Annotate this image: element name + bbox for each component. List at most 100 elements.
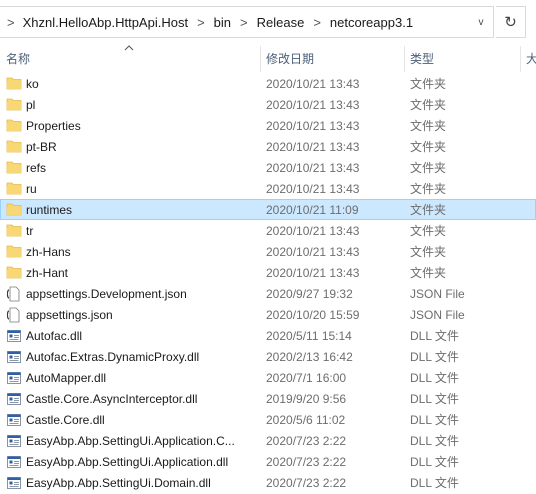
list-item[interactable]: zh-Hans 2020/10/21 13:43 文件夹 <box>0 241 536 262</box>
file-name[interactable]: zh-Hans <box>26 241 258 262</box>
file-type: DLL 文件 <box>410 371 459 385</box>
column-divider[interactable] <box>260 46 261 72</box>
breadcrumb-separator[interactable]: > <box>304 15 330 30</box>
breadcrumb-item[interactable]: bin <box>214 7 231 37</box>
file-name[interactable]: Autofac.dll <box>26 325 258 346</box>
column-divider[interactable] <box>520 46 521 72</box>
file-type: DLL 文件 <box>410 392 459 406</box>
folder-icon <box>6 244 22 259</box>
list-item[interactable]: runtimes 2020/10/21 11:09 文件夹 <box>0 199 536 220</box>
list-item[interactable]: Properties 2020/10/21 13:43 文件夹 <box>0 115 536 136</box>
list-item[interactable]: Castle.Core.AsyncInterceptor.dll 2019/9/2… <box>0 388 536 409</box>
file-modified-date: 2020/5/6 11:02 <box>266 412 346 427</box>
file-name[interactable]: tr <box>26 220 258 241</box>
file-modified-date: 2020/5/11 15:14 <box>266 328 352 343</box>
file-name[interactable]: Castle.Core.AsyncInterceptor.dll <box>26 388 258 409</box>
folder-icon <box>6 160 22 175</box>
column-header-date[interactable]: 修改日期 <box>266 44 404 72</box>
column-divider[interactable] <box>404 46 405 72</box>
file-type: DLL 文件 <box>410 350 459 364</box>
list-item[interactable]: appsettings.Development.json 2020/9/27 19… <box>0 283 536 304</box>
folder-icon <box>6 139 22 154</box>
file-type: 文件夹 <box>410 140 447 154</box>
list-item[interactable]: Castle.Core.dll 2020/5/6 11:02 DLL 文件 <box>0 409 536 430</box>
breadcrumb-item[interactable]: netcoreapp3.1 <box>330 7 413 37</box>
file-modified-date: 2020/10/21 13:43 <box>266 118 360 133</box>
dll-file-icon <box>6 328 22 343</box>
file-name[interactable]: EasyAbp.Abp.SettingUi.Application.C... <box>26 430 258 451</box>
file-name[interactable]: ko <box>26 73 258 94</box>
column-header-size[interactable]: 大 <box>526 44 536 72</box>
file-modified-date: 2020/10/21 13:43 <box>266 160 360 175</box>
file-name[interactable]: appsettings.json <box>26 304 258 325</box>
file-name[interactable]: Properties <box>26 115 258 136</box>
file-name[interactable]: zh-Hant <box>26 262 258 283</box>
column-header-name[interactable]: 名称 <box>6 44 260 72</box>
refresh-button[interactable]: ↻ <box>496 6 526 38</box>
file-type: 文件夹 <box>410 161 447 175</box>
file-modified-date: 2020/7/1 16:00 <box>266 370 347 385</box>
list-item[interactable]: pl 2020/10/21 13:43 文件夹 <box>0 94 536 115</box>
file-modified-date: 2020/9/27 19:32 <box>266 286 353 301</box>
breadcrumb-item[interactable]: Release <box>257 7 305 37</box>
dll-file-icon <box>6 391 22 406</box>
file-type: 文件夹 <box>410 266 447 280</box>
refresh-icon: ↻ <box>504 14 517 31</box>
breadcrumb-item[interactable]: Xhznl.HelloAbp.HttpApi.Host <box>23 7 188 37</box>
breadcrumb[interactable]: > Xhznl.HelloAbp.HttpApi.Host > bin > Release… <box>0 6 494 38</box>
dll-file-icon <box>6 475 22 490</box>
file-name[interactable]: appsettings.Development.json <box>26 283 258 304</box>
file-name[interactable]: refs <box>26 157 258 178</box>
file-name[interactable]: EasyAbp.Abp.SettingUi.Domain.dll <box>26 472 258 493</box>
file-name[interactable]: pt-BR <box>26 136 258 157</box>
file-modified-date: 2020/10/21 11:09 <box>266 202 359 217</box>
file-modified-date: 2020/10/21 13:43 <box>266 223 360 238</box>
file-name[interactable]: runtimes <box>26 199 258 220</box>
chevron-down-icon[interactable]: v <box>469 7 493 37</box>
file-name[interactable]: ru <box>26 178 258 199</box>
address-bar: > Xhznl.HelloAbp.HttpApi.Host > bin > Release… <box>0 0 536 44</box>
file-name[interactable]: Autofac.Extras.DynamicProxy.dll <box>26 346 258 367</box>
file-modified-date: 2020/7/23 2:22 <box>266 433 347 448</box>
breadcrumb-separator[interactable]: > <box>7 15 23 30</box>
folder-icon <box>6 118 22 133</box>
column-header-bar: 名称 修改日期 类型 大 <box>0 44 536 72</box>
list-item[interactable]: Autofac.dll 2020/5/11 15:14 DLL 文件 <box>0 325 536 346</box>
list-item[interactable]: refs 2020/10/21 13:43 文件夹 <box>0 157 536 178</box>
folder-icon <box>6 181 22 196</box>
file-type: DLL 文件 <box>410 413 459 427</box>
folder-icon <box>6 97 22 112</box>
list-item[interactable]: zh-Hant 2020/10/21 13:43 文件夹 <box>0 262 536 283</box>
file-type: DLL 文件 <box>410 476 459 490</box>
breadcrumb-separator[interactable]: > <box>188 15 214 30</box>
json-file-icon <box>6 307 22 323</box>
list-item[interactable]: pt-BR 2020/10/21 13:43 文件夹 <box>0 136 536 157</box>
file-modified-date: 2020/10/21 13:43 <box>266 76 360 91</box>
list-item[interactable]: AutoMapper.dll 2020/7/1 16:00 DLL 文件 <box>0 367 536 388</box>
list-item[interactable]: EasyAbp.Abp.SettingUi.Application.C... 20… <box>0 430 536 451</box>
dll-file-icon <box>6 370 22 385</box>
file-name[interactable]: pl <box>26 94 258 115</box>
list-item[interactable]: EasyAbp.Abp.SettingUi.Domain.dll 2020/7/2… <box>0 472 536 493</box>
file-modified-date: 2020/10/21 13:43 <box>266 265 360 280</box>
file-name[interactable]: AutoMapper.dll <box>26 367 258 388</box>
file-type: JSON File <box>410 307 465 322</box>
dll-file-icon <box>6 412 22 427</box>
list-item[interactable]: Autofac.Extras.DynamicProxy.dll 2020/2/13… <box>0 346 536 367</box>
file-type: 文件夹 <box>410 77 447 91</box>
list-item[interactable]: ko 2020/10/21 13:43 文件夹 <box>0 73 536 94</box>
folder-icon <box>6 202 22 217</box>
file-modified-date: 2020/10/21 13:43 <box>266 139 360 154</box>
file-name[interactable]: EasyAbp.Abp.SettingUi.Application.dll <box>26 451 258 472</box>
list-item[interactable]: EasyAbp.Abp.SettingUi.Application.dll 202… <box>0 451 536 472</box>
file-type: DLL 文件 <box>410 434 459 448</box>
list-item[interactable]: tr 2020/10/21 13:43 文件夹 <box>0 220 536 241</box>
list-item[interactable]: ru 2020/10/21 13:43 文件夹 <box>0 178 536 199</box>
column-header-type[interactable]: 类型 <box>410 44 520 72</box>
list-item[interactable]: appsettings.json 2020/10/20 15:59 JSON Fil… <box>0 304 536 325</box>
dll-file-icon <box>6 433 22 448</box>
breadcrumb-separator[interactable]: > <box>231 15 257 30</box>
file-modified-date: 2020/7/23 2:22 <box>266 475 347 490</box>
file-modified-date: 2020/10/21 13:43 <box>266 244 360 259</box>
file-name[interactable]: Castle.Core.dll <box>26 409 258 430</box>
